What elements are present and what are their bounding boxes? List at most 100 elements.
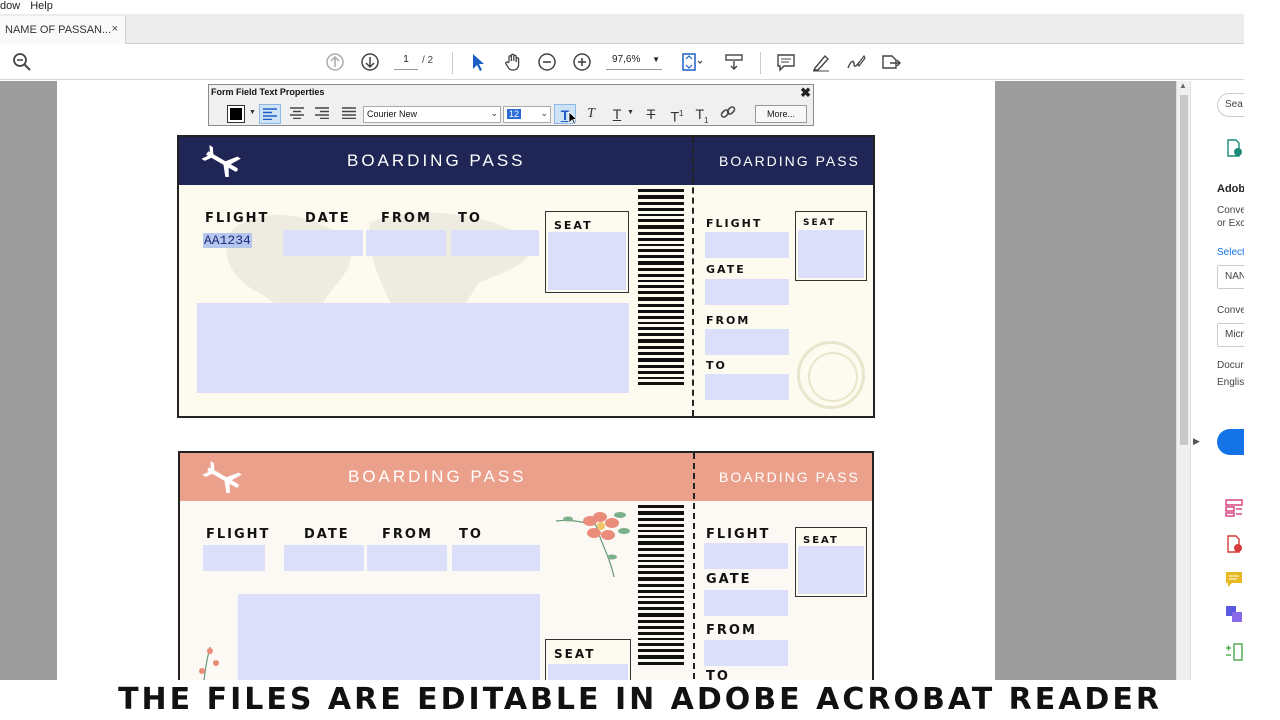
select-file-link[interactable]: Select bbox=[1217, 247, 1244, 258]
perforation-line bbox=[692, 137, 694, 416]
stub-flight-field[interactable] bbox=[705, 232, 789, 258]
italic-icon[interactable]: T bbox=[580, 104, 602, 124]
select-tool-icon[interactable] bbox=[468, 52, 488, 72]
seat-box: SEAT bbox=[545, 639, 631, 680]
stub-gate-field[interactable] bbox=[704, 590, 788, 616]
passenger-name-field[interactable] bbox=[238, 594, 540, 680]
font-size-value: 12 bbox=[507, 109, 522, 119]
align-center-icon[interactable] bbox=[286, 104, 308, 124]
font-size-select[interactable]: 12 ⌄ bbox=[503, 106, 551, 123]
convert-format-select[interactable]: Micr bbox=[1217, 323, 1244, 347]
translate-icon[interactable] bbox=[1225, 605, 1243, 623]
document-viewport[interactable]: BOARDING PASS BOARDING PASS FLIGHT DATE … bbox=[0, 81, 1176, 680]
text-color-swatch[interactable] bbox=[227, 105, 245, 123]
to-label: TO bbox=[459, 527, 483, 542]
zoom-level-select[interactable]: 97,6% ▼ bbox=[606, 54, 662, 70]
page-number-input[interactable]: 1 bbox=[394, 54, 418, 70]
justify-icon[interactable] bbox=[338, 104, 360, 124]
align-left-icon[interactable] bbox=[259, 104, 281, 124]
chevron-down-icon[interactable]: ▼ bbox=[249, 109, 256, 116]
scroll-up-icon[interactable]: ▲ bbox=[1179, 81, 1187, 90]
menu-help[interactable]: Help bbox=[30, 0, 53, 14]
form-icon[interactable] bbox=[1225, 499, 1243, 517]
comment-tool-icon[interactable] bbox=[1225, 570, 1243, 588]
fit-page-icon[interactable] bbox=[680, 52, 703, 72]
flower-decoration bbox=[555, 512, 630, 578]
stub-seat-box: SEAT bbox=[795, 527, 867, 597]
stub-from-label: FROM bbox=[706, 314, 751, 327]
chevron-down-icon[interactable]: ▼ bbox=[627, 109, 634, 116]
document-tab-title: NAME OF PASSAN... bbox=[5, 24, 112, 36]
stub-to-label: TO bbox=[706, 669, 730, 680]
stub-gate-label: GATE bbox=[706, 572, 752, 587]
chevron-down-icon: ⌄ bbox=[490, 108, 498, 118]
stub-gate-field[interactable] bbox=[705, 279, 789, 305]
from-field[interactable] bbox=[367, 545, 447, 571]
document-language-label: Docur bbox=[1217, 360, 1244, 371]
file-name-field[interactable]: NAN bbox=[1217, 265, 1244, 289]
stub-flight-field[interactable] bbox=[704, 543, 788, 569]
flight-field[interactable]: AA1234 bbox=[203, 233, 252, 248]
flight-field[interactable] bbox=[203, 545, 265, 571]
next-page-icon[interactable] bbox=[360, 52, 380, 72]
stub-seat-field[interactable] bbox=[798, 546, 864, 594]
seat-field[interactable] bbox=[548, 664, 628, 680]
previous-page-icon[interactable] bbox=[325, 52, 345, 72]
link-icon[interactable] bbox=[717, 104, 739, 124]
collapse-pane-icon[interactable]: ▶ bbox=[1193, 436, 1200, 447]
mouse-cursor-icon bbox=[568, 111, 578, 125]
font-family-value: Courier New bbox=[367, 109, 418, 119]
document-tab[interactable]: NAME OF PASSAN... × bbox=[0, 16, 126, 44]
to-field[interactable] bbox=[451, 230, 539, 256]
main-toolbar: 1 / 2 97,6% ▼ bbox=[0, 44, 1244, 80]
passenger-name-field[interactable] bbox=[197, 303, 629, 393]
hand-tool-icon[interactable] bbox=[503, 52, 523, 72]
stub-title: BOARDING PASS bbox=[719, 469, 860, 485]
stub-from-label: FROM bbox=[706, 623, 757, 638]
subscript-icon[interactable]: T1 bbox=[691, 104, 713, 125]
date-label: DATE bbox=[304, 527, 350, 542]
stub-to-field[interactable] bbox=[705, 374, 789, 400]
underline-icon[interactable]: T bbox=[606, 104, 628, 124]
tools-desc-line1: Conve bbox=[1217, 205, 1244, 216]
stub-flight-label: FLIGHT bbox=[706, 217, 763, 230]
stub-from-field[interactable] bbox=[704, 640, 788, 666]
create-pdf-icon[interactable] bbox=[1225, 535, 1243, 553]
font-family-select[interactable]: Courier New ⌄ bbox=[363, 106, 501, 123]
highlight-pen-icon[interactable] bbox=[811, 52, 831, 72]
close-icon[interactable]: × bbox=[112, 23, 118, 35]
stub-seat-field[interactable] bbox=[798, 230, 864, 278]
date-field[interactable] bbox=[284, 545, 364, 571]
seat-box: SEAT bbox=[545, 211, 629, 293]
menu-window[interactable]: dow bbox=[0, 0, 20, 14]
convert-button[interactable] bbox=[1217, 429, 1244, 455]
scroll-mode-icon[interactable] bbox=[724, 52, 744, 72]
zoom-search-icon[interactable] bbox=[12, 52, 32, 72]
scrollbar-thumb[interactable] bbox=[1180, 95, 1188, 445]
close-icon[interactable]: ✖ bbox=[800, 85, 811, 101]
organize-pages-icon[interactable] bbox=[1225, 643, 1243, 661]
comment-icon[interactable] bbox=[776, 52, 796, 72]
export-pdf-icon[interactable] bbox=[1225, 139, 1243, 157]
caption-banner: THE FILES ARE EDITABLE IN ADOBE ACROBAT … bbox=[0, 680, 1280, 720]
zoom-in-icon[interactable] bbox=[572, 52, 592, 72]
zoom-out-icon[interactable] bbox=[537, 52, 557, 72]
vertical-scrollbar[interactable]: ▲ bbox=[1176, 81, 1190, 680]
stub-from-field[interactable] bbox=[705, 329, 789, 355]
align-right-icon[interactable] bbox=[311, 104, 333, 124]
boarding-pass-coral: BOARDING PASS BOARDING PASS FLIGHT DATE … bbox=[178, 451, 874, 680]
to-field[interactable] bbox=[452, 545, 540, 571]
document-language-value: Englis bbox=[1217, 377, 1244, 388]
toolbar-divider bbox=[452, 52, 453, 74]
share-icon[interactable] bbox=[880, 52, 901, 72]
tools-search-input[interactable]: Sea bbox=[1217, 93, 1244, 117]
tab-bar: NAME OF PASSAN... × bbox=[0, 14, 1244, 44]
strikethrough-icon[interactable]: T bbox=[640, 104, 662, 124]
more-button[interactable]: More... bbox=[755, 105, 807, 123]
superscript-icon[interactable]: T1 bbox=[666, 104, 688, 125]
from-field[interactable] bbox=[366, 230, 446, 256]
flight-label: FLIGHT bbox=[205, 211, 270, 226]
sign-icon[interactable] bbox=[846, 52, 866, 72]
date-field[interactable] bbox=[283, 230, 363, 256]
seat-field[interactable] bbox=[548, 232, 626, 290]
